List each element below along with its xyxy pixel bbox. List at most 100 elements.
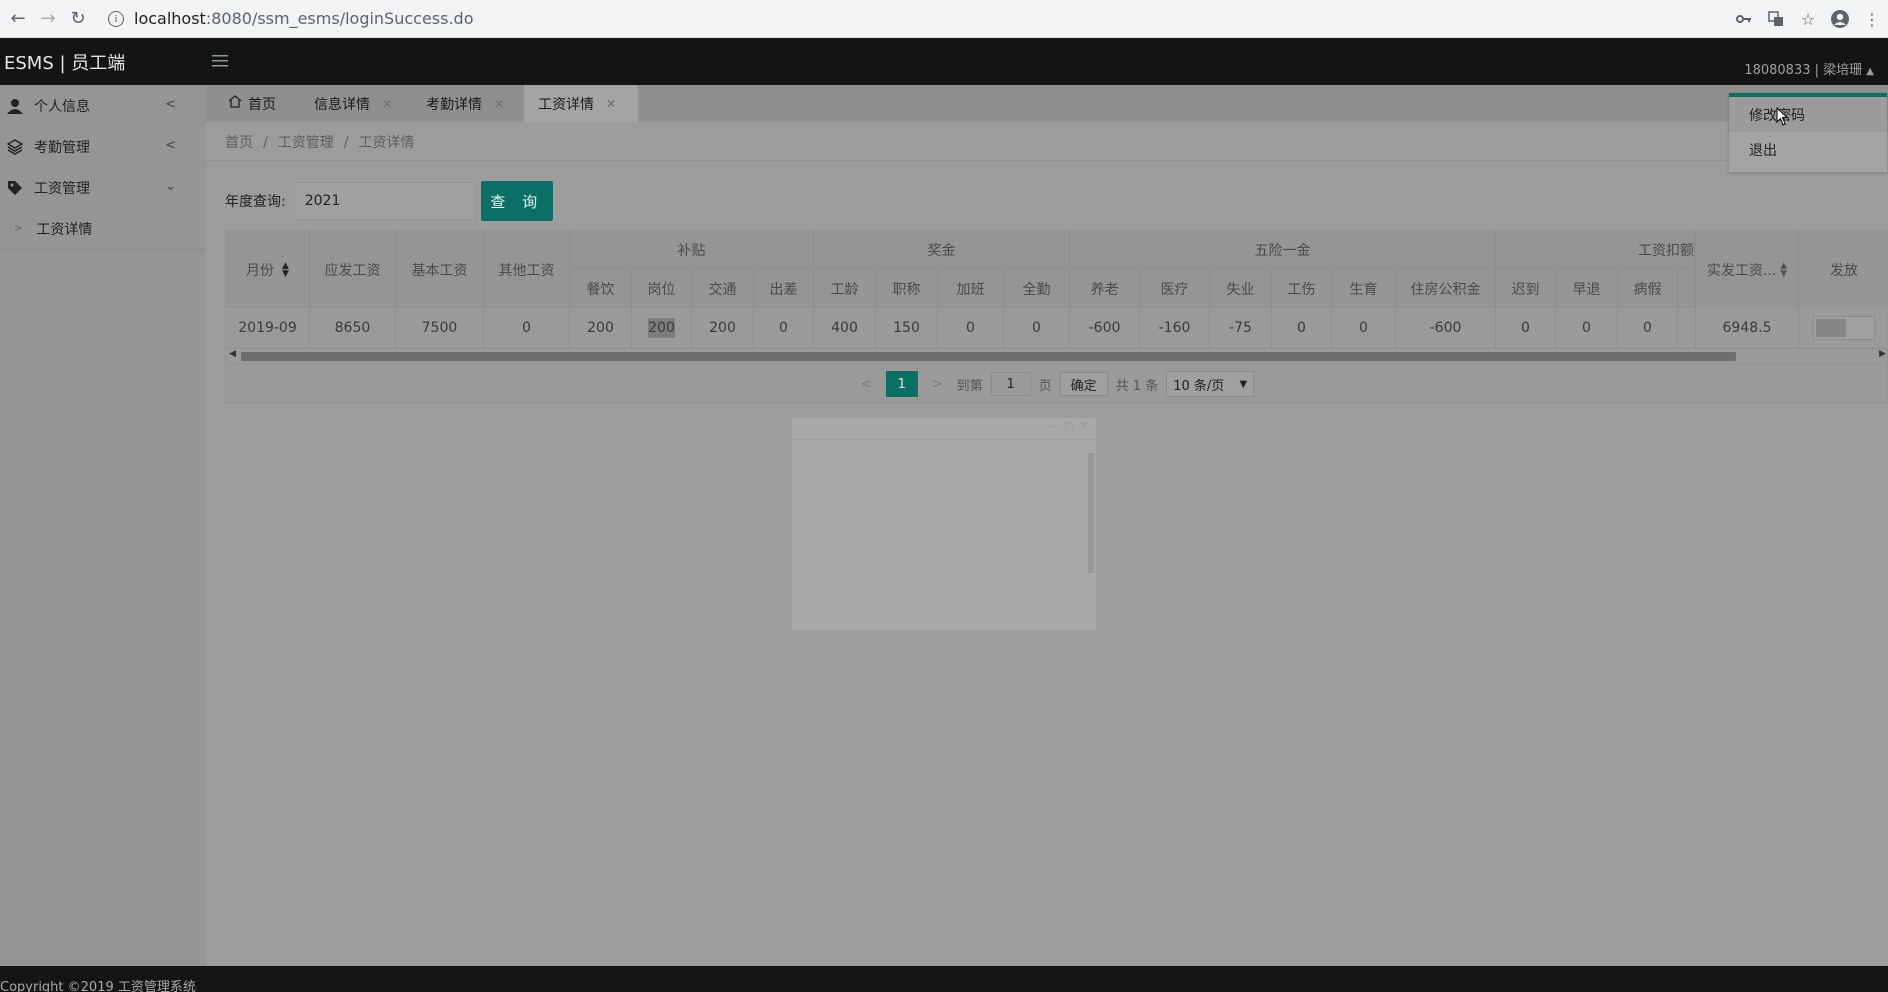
col-injury: 工伤 — [1272, 269, 1332, 308]
modal-window: — □ ✕ — [791, 417, 1097, 631]
breadcrumb-item[interactable]: 首页 — [225, 135, 253, 151]
menu-toggle-icon[interactable] — [206, 48, 234, 74]
tab-home[interactable]: 首页 — [228, 85, 276, 122]
col-issued: 发放 — [1799, 231, 1887, 308]
scroll-left-icon[interactable]: ◀ — [229, 349, 236, 359]
sort-icon[interactable]: ▲ ▼ — [282, 261, 289, 278]
maximize-icon[interactable]: □ — [1065, 421, 1074, 432]
tab-label: 考勤详情 — [426, 96, 482, 113]
tab-label: 信息详情 — [314, 96, 370, 113]
cell-issued — [1799, 308, 1887, 348]
col-late: 迟到 — [1496, 269, 1556, 308]
table-row: 2019-09 8650 7500 0 200 200 200 0 400 15… — [226, 308, 1887, 349]
breadcrumb-item[interactable]: 工资管理 — [278, 135, 334, 151]
close-icon[interactable]: ✕ — [494, 97, 504, 111]
col-early: 早退 — [1556, 269, 1618, 308]
divider — [206, 160, 1888, 161]
modal-header: — □ ✕ — [792, 418, 1096, 440]
sidebar-subitem-salary-detail[interactable]: > 工资详情 — [0, 208, 206, 250]
cell-overtime: 0 — [938, 308, 1004, 348]
sort-icon[interactable]: ▲ ▼ — [1780, 261, 1787, 278]
tab-label: 工资详情 — [538, 96, 594, 113]
reload-icon[interactable]: ↻ — [66, 7, 90, 31]
col-medical: 医疗 — [1140, 269, 1210, 308]
change-password-item[interactable]: 修改密码 — [1729, 97, 1887, 132]
sidebar: 个人信息 < 考勤管理 < 工资管理 ⌄ > 工资详情 — [0, 85, 206, 966]
cell-fullatt: 0 — [1004, 308, 1070, 348]
scroll-thumb[interactable] — [241, 352, 1736, 361]
cell-gross: 8650 — [310, 308, 396, 348]
year-query-form: 年度查询: 2021 查 询 — [225, 181, 553, 221]
copyright-text: Copyright ©2019 工资管理系统 — [0, 980, 196, 992]
back-icon[interactable]: ← — [6, 7, 30, 31]
total-count: 共 1 条 — [1115, 378, 1159, 394]
issued-switch[interactable] — [1813, 316, 1875, 340]
goto-page-input[interactable]: 1 — [990, 372, 1031, 396]
sidebar-item-salary[interactable]: 工资管理 ⌄ — [0, 167, 206, 208]
cell-fund: -600 — [1396, 308, 1496, 348]
cell-early: 0 — [1556, 308, 1618, 348]
page-unit-label: 页 — [1038, 378, 1052, 394]
sidebar-subitem-label: 工资详情 — [36, 221, 93, 238]
col-gross: 应发工资 — [310, 231, 396, 308]
query-button[interactable]: 查 询 — [480, 181, 553, 221]
year-input[interactable]: 2021 — [293, 182, 476, 220]
forward-icon[interactable]: → — [36, 7, 60, 31]
sidebar-item-personal-info[interactable]: 个人信息 < — [0, 85, 206, 126]
close-icon[interactable]: ✕ — [1080, 421, 1088, 432]
col-post: 岗位 — [632, 269, 692, 308]
chevron-down-icon: ⌄ — [165, 179, 176, 194]
col-fund: 住房公积金 — [1396, 269, 1496, 308]
per-page-select[interactable]: 10 条/页 ▼ — [1166, 371, 1255, 397]
translate-icon[interactable] — [1760, 7, 1792, 31]
mouse-cursor-icon — [1776, 107, 1789, 126]
tag-icon — [6, 179, 24, 197]
col-other: 其他工资 — [484, 231, 570, 308]
cell-base: 7500 — [396, 308, 484, 348]
footer: Copyright ©2019 工资管理系统 — [0, 966, 1888, 992]
goto-confirm-button[interactable]: 确定 — [1059, 372, 1108, 396]
next-page-icon[interactable]: > — [932, 377, 943, 392]
minimize-icon[interactable]: — — [1048, 421, 1058, 432]
chevron-down-icon: ▼ — [1239, 378, 1248, 390]
cell-birth: 0 — [1332, 308, 1396, 348]
col-net[interactable]: 实发工资... ▲ ▼ — [1695, 231, 1799, 308]
tab-attendance-detail[interactable]: 考勤详情 ✕ — [426, 85, 504, 122]
tab-salary-detail[interactable]: 工资详情 ✕ — [524, 85, 638, 122]
close-icon[interactable]: ✕ — [382, 97, 392, 111]
col-sick: 病假 — [1618, 269, 1678, 308]
profile-icon[interactable] — [1824, 7, 1856, 31]
star-icon[interactable]: ☆ — [1792, 7, 1824, 31]
col-meal: 餐饮 — [570, 269, 632, 308]
tab-info-detail[interactable]: 信息详情 ✕ — [314, 85, 392, 122]
col-fullatt: 全勤 — [1004, 269, 1070, 308]
key-icon[interactable] — [1728, 7, 1760, 31]
address-bar[interactable]: i localhost:8080/ssm_esms/loginSuccess.d… — [108, 9, 474, 28]
scroll-right-icon[interactable]: ▶ — [1879, 349, 1886, 359]
page-current[interactable]: 1 — [885, 371, 918, 397]
user-icon — [6, 97, 24, 115]
url-host: localhost — [134, 9, 206, 28]
col-month[interactable]: 月份 ▲ ▼ — [226, 231, 310, 308]
group-insurance: 五险一金 — [1070, 231, 1496, 269]
tab-bar: 首页 信息详情 ✕ 考勤详情 ✕ 工资详情 ✕ — [206, 85, 1888, 122]
col-trip: 出差 — [754, 269, 814, 308]
chevron-right-icon: > — [14, 223, 23, 234]
horizontal-scrollbar[interactable]: ◀ ▶ — [226, 349, 1887, 363]
switch-knob — [1816, 319, 1846, 337]
prev-page-icon[interactable]: < — [861, 377, 872, 392]
home-icon — [228, 95, 242, 112]
close-icon[interactable]: ✕ — [606, 97, 616, 111]
col-overtime: 加班 — [938, 269, 1004, 308]
modal-scrollbar[interactable] — [1088, 453, 1094, 573]
group-deduction: 工资扣额 — [1496, 231, 1695, 269]
more-vert-icon[interactable]: ⋮ — [1856, 7, 1888, 31]
user-menu[interactable]: 18080833 | 梁培珊 ▲ — [1744, 59, 1874, 78]
sidebar-item-attendance[interactable]: 考勤管理 < — [0, 126, 206, 167]
cell-medical: -160 — [1140, 308, 1210, 348]
logout-item[interactable]: 退出 — [1729, 132, 1887, 167]
col-header-label: 实发工资... — [1706, 262, 1777, 279]
info-icon[interactable]: i — [108, 10, 124, 27]
group-subsidy: 补贴 — [570, 231, 814, 269]
cell-pension: -600 — [1070, 308, 1140, 348]
